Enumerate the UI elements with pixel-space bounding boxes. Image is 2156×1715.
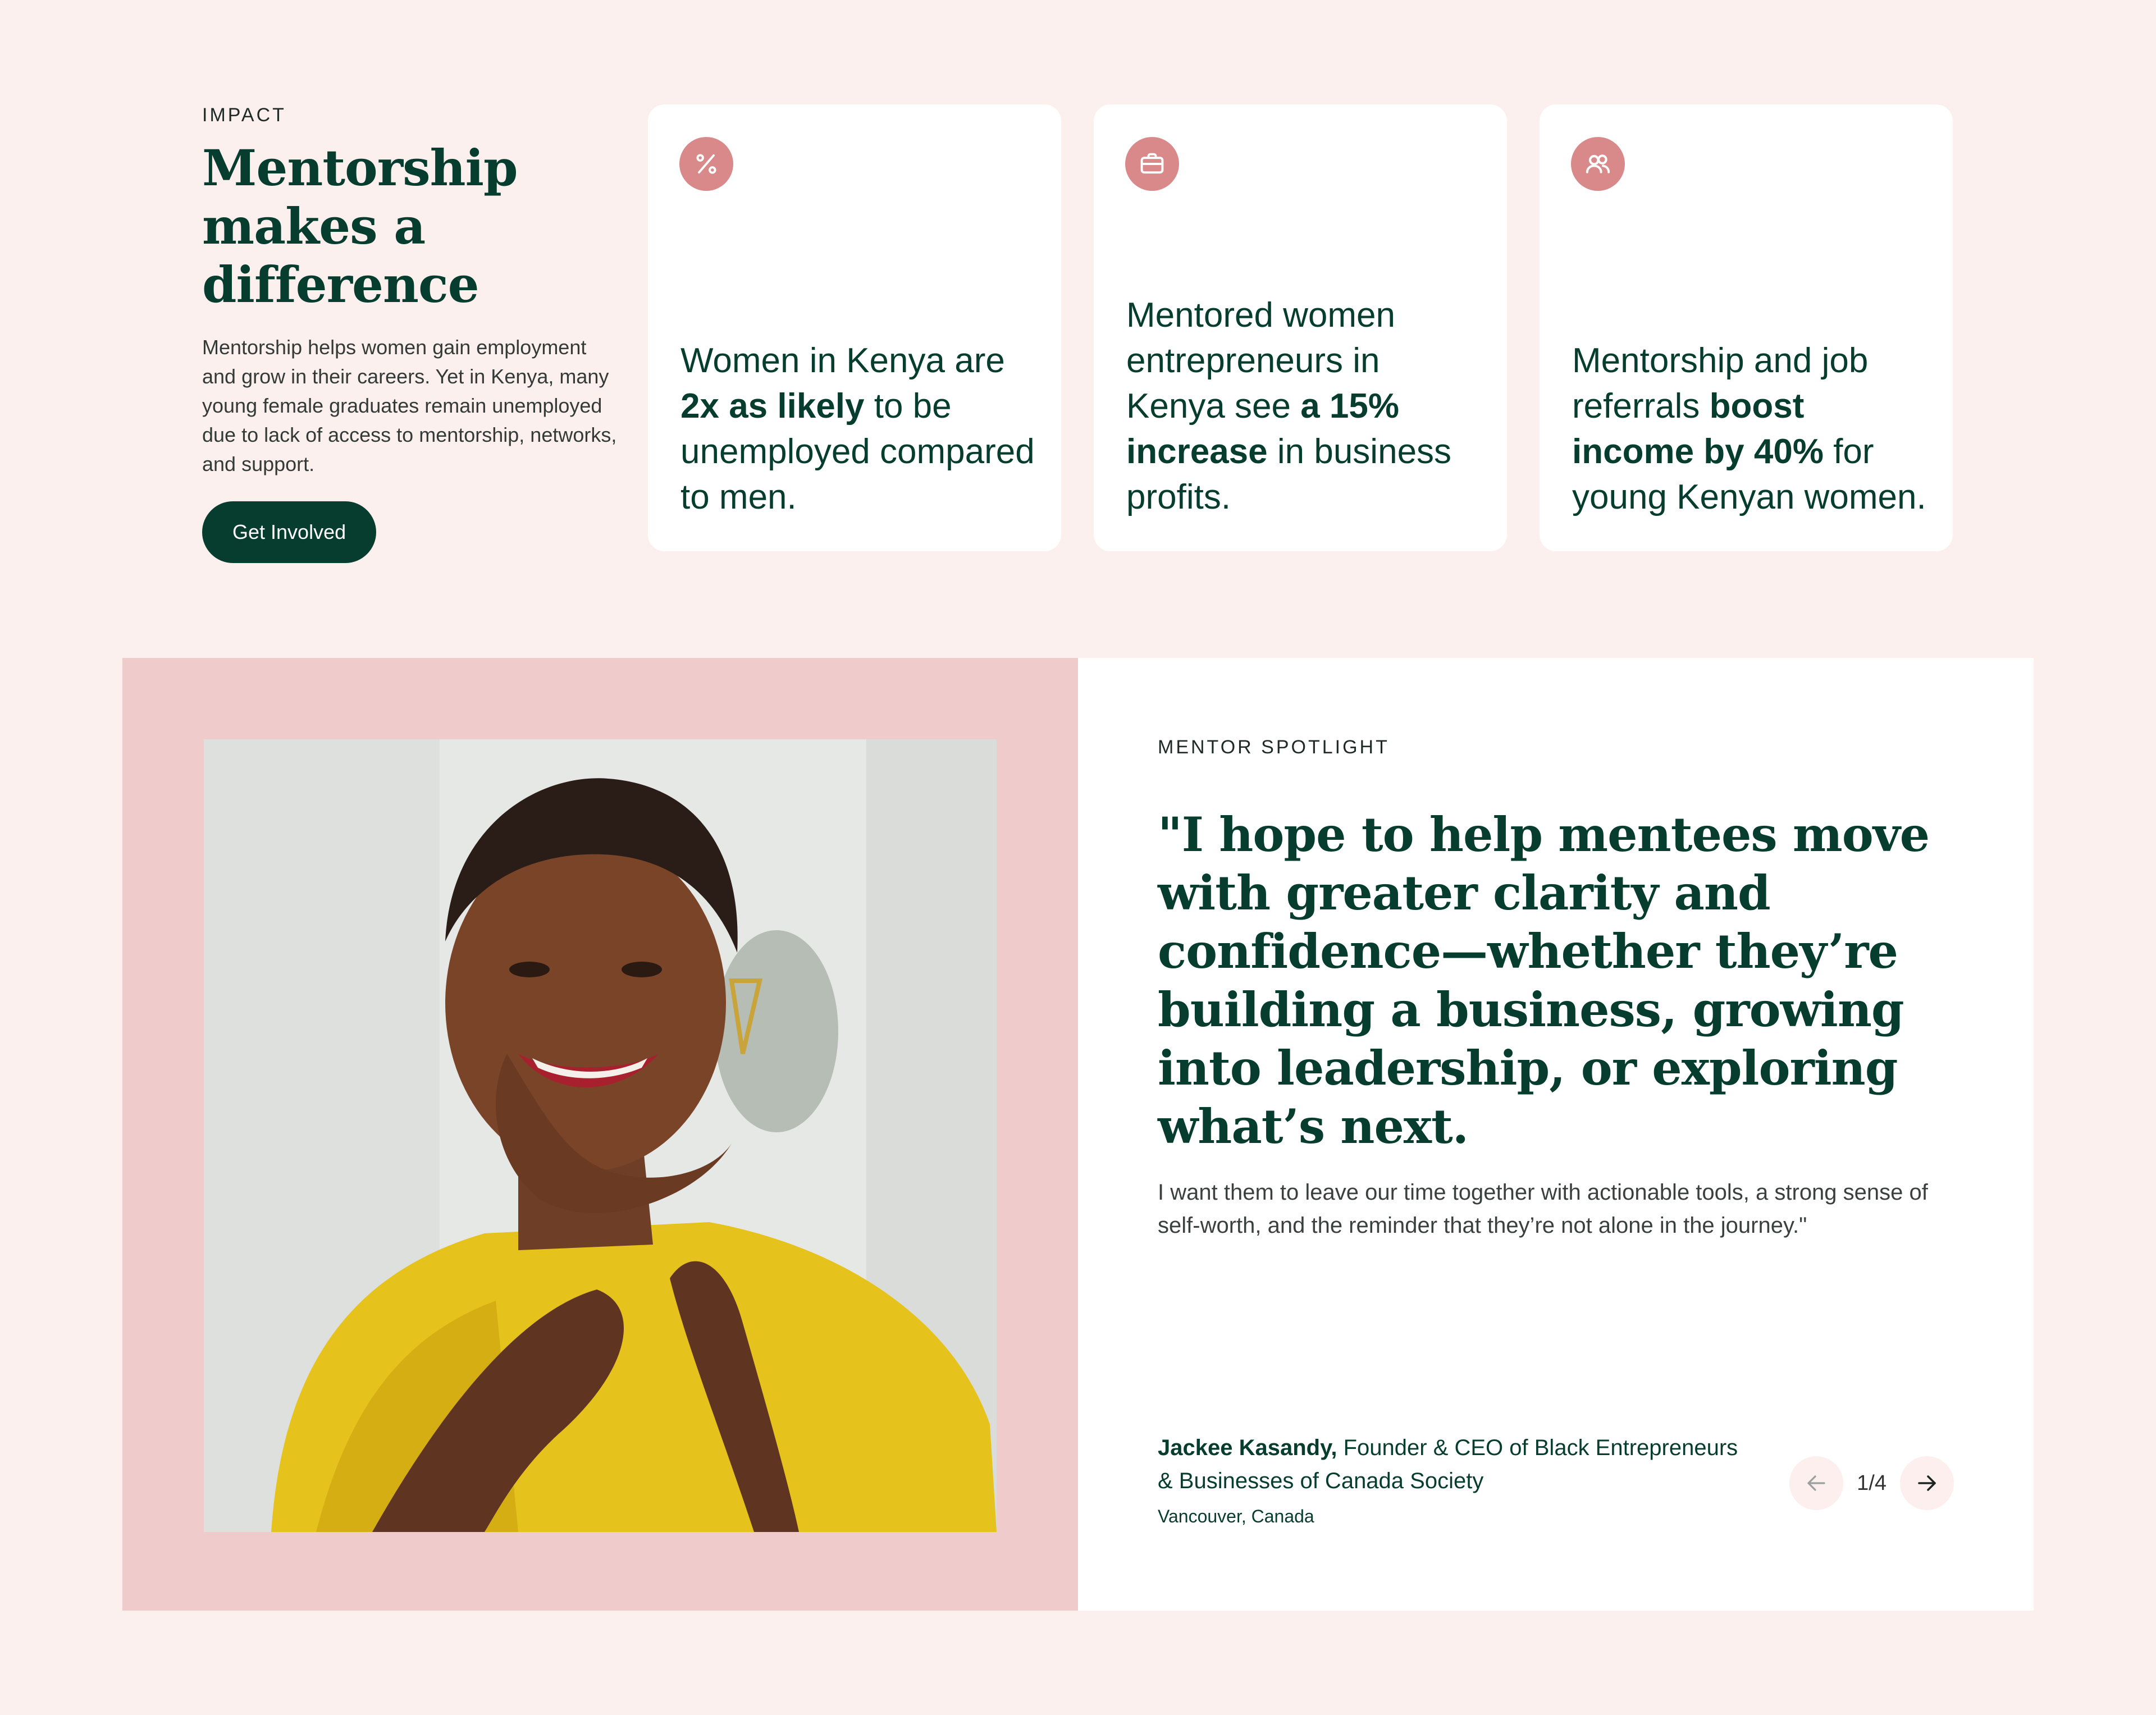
briefcase-icon [1125, 137, 1179, 191]
impact-eyebrow: IMPACT [202, 104, 286, 126]
arrow-left-icon [1807, 1475, 1825, 1491]
stat-card-income: Mentorship and job referrals boost incom… [1540, 104, 1953, 551]
mentor-location: Vancouver, Canada [1158, 1506, 1314, 1526]
mentor-spotlight: MENTOR SPOTLIGHT "I hope to help mentees… [122, 658, 2034, 1611]
spotlight-pager: 1/4 [1789, 1456, 1954, 1510]
quote-panel: MENTOR SPOTLIGHT "I hope to help mentees… [1078, 658, 2034, 1611]
page-indicator: 1/4 [1857, 1471, 1886, 1495]
users-icon [1571, 137, 1625, 191]
next-button[interactable] [1900, 1456, 1954, 1510]
impact-intro: IMPACT Mentorship makes a difference Men… [202, 104, 629, 563]
mentor-attribution: Jackee Kasandy, Founder & CEO of Black E… [1158, 1432, 1742, 1529]
stat-card-unemployment: Women in Kenya are 2x as likely to be un… [648, 104, 1061, 551]
arrow-right-icon [1918, 1475, 1936, 1491]
spotlight-quote: "I hope to help mentees move with greate… [1158, 807, 1930, 1154]
impact-description: Mentorship helps women gain employment a… [202, 336, 617, 475]
mentor-photo [204, 739, 997, 1532]
quote-content: MENTOR SPOTLIGHT "I hope to help mentees… [1158, 737, 1966, 1242]
impact-title: Mentorship makes a difference [202, 139, 518, 314]
mentor-name: Jackee Kasandy, [1158, 1435, 1337, 1460]
stat-text: Women in Kenya are 2x as likely to be un… [680, 341, 1035, 516]
previous-button[interactable] [1789, 1456, 1844, 1510]
get-involved-button[interactable]: Get Involved [202, 501, 377, 563]
stat-card-business-profits: Mentored women entrepreneurs in Kenya se… [1094, 104, 1507, 551]
stat-text: Mentorship and job referrals boost incom… [1572, 341, 1926, 516]
spotlight-quote-body: I want them to leave our time together w… [1158, 1180, 1928, 1238]
stat-text: Mentored women entrepreneurs in Kenya se… [1126, 296, 1452, 516]
spotlight-eyebrow: MENTOR SPOTLIGHT [1158, 737, 1390, 758]
percent-icon [679, 137, 733, 191]
mentor-name-role: Jackee Kasandy, Founder & CEO of Black E… [1158, 1432, 1742, 1498]
photo-panel [122, 658, 1078, 1611]
